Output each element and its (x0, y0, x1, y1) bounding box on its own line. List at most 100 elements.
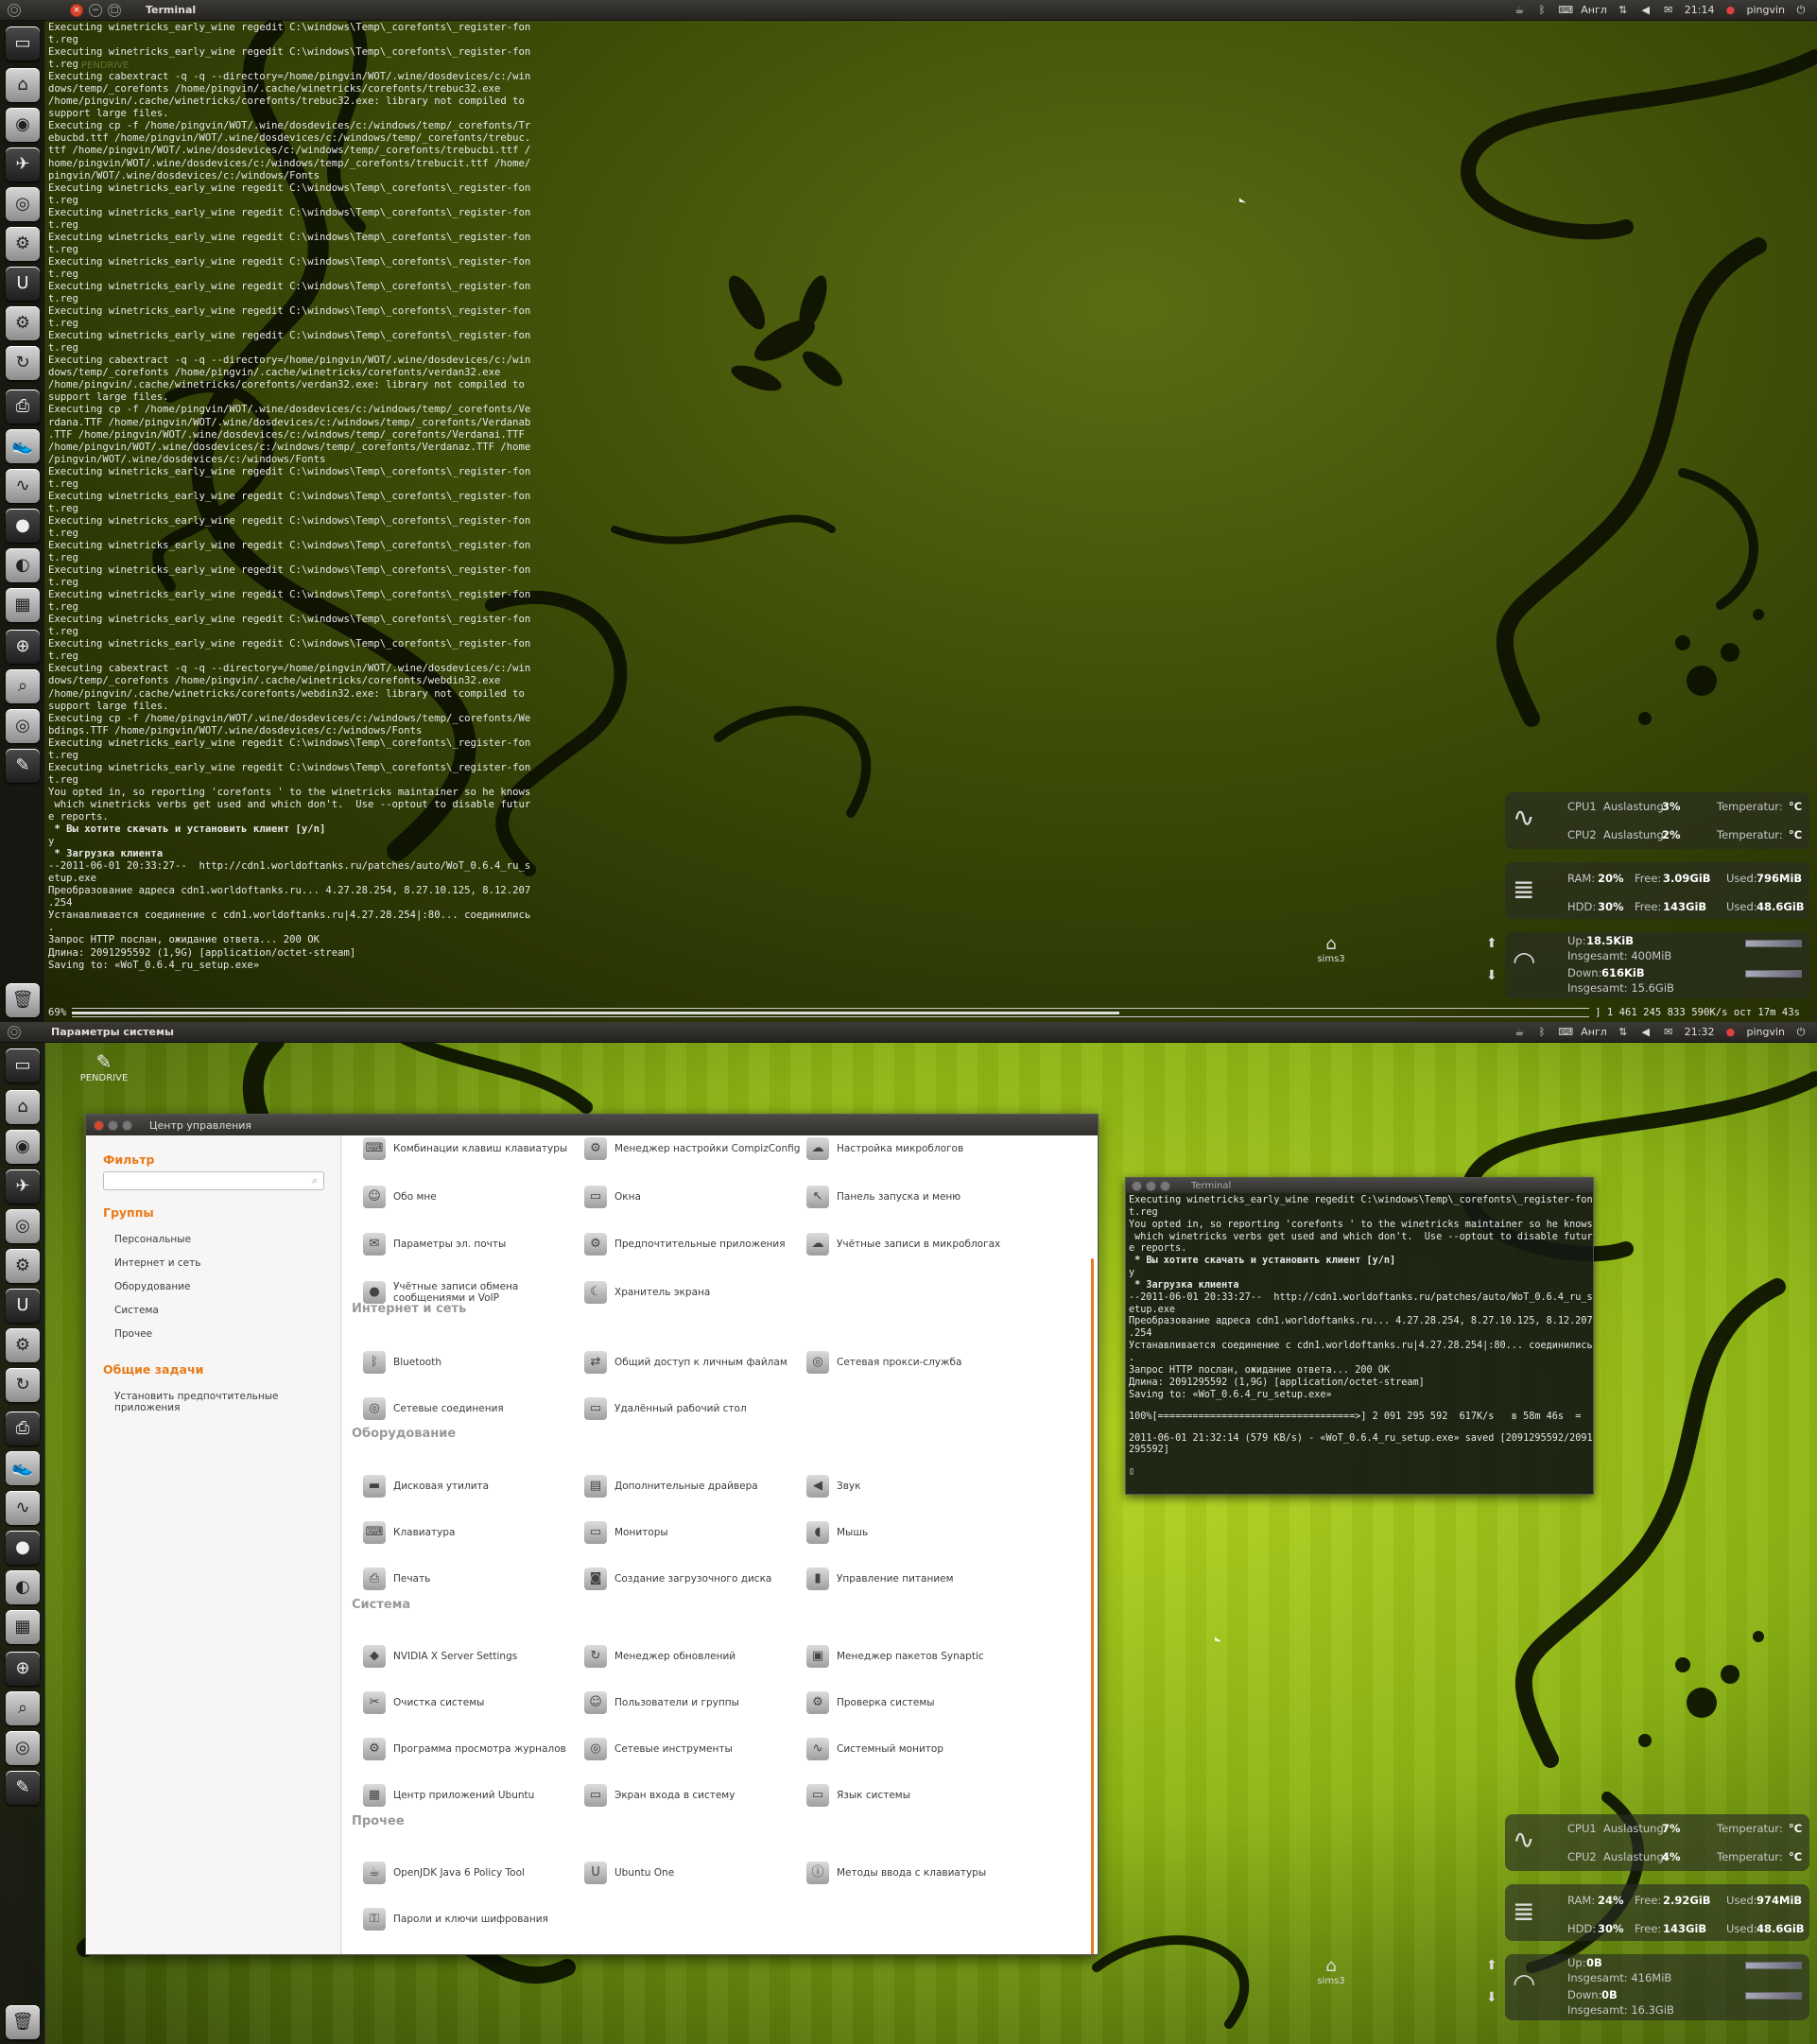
app-c8[interactable]: ▮ Управление питанием (806, 1568, 954, 1590)
app-d9[interactable]: ▦ Центр приложений Ubuntu (363, 1784, 534, 1807)
app-c2[interactable]: ◀ Звук (806, 1475, 860, 1498)
app-a3[interactable]: ☺ Обо мне (363, 1186, 437, 1208)
network-icon[interactable]: ⇅ (1617, 4, 1630, 16)
app-d10[interactable]: ▭ Экран входа в систему (584, 1784, 735, 1807)
group-internet[interactable]: Интернет и сеть (114, 1257, 200, 1269)
app-c7[interactable]: ◙ Создание загрузочного диска (584, 1568, 771, 1590)
maximize-window-button[interactable]: □ (108, 3, 121, 17)
volume-icon[interactable]: ◀ (1639, 4, 1653, 16)
app-d2[interactable]: ▣ Менеджер пакетов Synaptic (806, 1645, 984, 1668)
app-a5[interactable]: ↖ Панель запуска и меню (806, 1186, 960, 1208)
bluetooth-icon[interactable]: ᛒ (1535, 1026, 1549, 1038)
ubuntu-icon[interactable]: ◎ (6, 1209, 40, 1243)
minimize-window-button[interactable] (108, 1119, 118, 1131)
app-d1[interactable]: ↻ Менеджер обновлений (584, 1645, 735, 1668)
terminal-output[interactable]: Executing winetricks_early_wine regedit … (1126, 1193, 1593, 1479)
app-a2[interactable]: ☁ Настройка микроблогов (806, 1137, 963, 1160)
disc-icon[interactable]: ◎ (6, 1731, 40, 1765)
app-d6[interactable]: ⚙ Программа просмотра журналов (363, 1738, 566, 1760)
filter-input[interactable]: ⌕ (103, 1171, 324, 1190)
keyboard-layout[interactable]: Англ (1581, 4, 1607, 16)
eye-icon[interactable]: ◐ (6, 548, 40, 582)
app-e2[interactable]: ⓘ Методы ввода с клавиатуры (806, 1862, 986, 1884)
app-d11[interactable]: ▭ Язык системы (806, 1784, 910, 1807)
group-personal[interactable]: Персональные (114, 1234, 191, 1245)
app-c6[interactable]: ⎙ Печать (363, 1568, 430, 1590)
power-icon[interactable]: ⏻ (1794, 1026, 1808, 1038)
zoom-icon[interactable]: ⊕ (6, 1652, 40, 1686)
task-preferred-apps[interactable]: Установить предпочтительные приложения (114, 1391, 340, 1413)
terminal-icon[interactable]: ▭ (6, 26, 40, 61)
app-c4[interactable]: ▭ Мониторы (584, 1521, 668, 1544)
app-b3[interactable]: ◎ Сетевые соединения (363, 1397, 504, 1420)
keyboard-icon[interactable]: ⌨ (1558, 4, 1573, 16)
close-window-button[interactable]: × (70, 3, 83, 17)
desktop-icon-sims3[interactable]: ⌂ sims3 (1303, 1956, 1359, 1986)
settings-icon[interactable]: ⚙ (6, 227, 40, 261)
app-b0[interactable]: ᛒ Bluetooth (363, 1351, 441, 1374)
zoom-icon[interactable]: ⊕ (6, 630, 40, 664)
user-name[interactable]: pingvin (1746, 4, 1785, 16)
monitor-icon[interactable]: ∿ (6, 469, 40, 503)
app-d0[interactable]: ◆ NVIDIA X Server Settings (363, 1645, 517, 1668)
home-icon[interactable]: ⌂ (6, 1090, 40, 1124)
chrome-icon[interactable]: ◉ (6, 1130, 40, 1164)
keyboard-layout[interactable]: Англ (1581, 1026, 1607, 1038)
app-a4[interactable]: ▭ Окна (584, 1186, 641, 1208)
maximize-window-button[interactable] (1160, 1180, 1170, 1191)
close-window-button[interactable] (94, 1119, 104, 1131)
chat-icon[interactable]: ● (6, 1531, 40, 1565)
app-b4[interactable]: ▭ Удалённый рабочий стол (584, 1397, 747, 1420)
chat-icon[interactable]: ● (6, 509, 40, 543)
trash-icon[interactable]: 🗑 (6, 2005, 40, 2039)
ubuntu-one-icon[interactable]: U (6, 267, 40, 301)
user-name[interactable]: pingvin (1746, 1026, 1785, 1038)
group-system[interactable]: Система (114, 1305, 159, 1316)
app-a1[interactable]: ⚙ Менеджер настройки CompizConfig (584, 1137, 800, 1160)
home-icon[interactable]: ⌂ (6, 68, 40, 102)
app-c3[interactable]: ⌨ Клавиатура (363, 1521, 455, 1544)
app-d8[interactable]: ∿ Системный монитор (806, 1738, 943, 1760)
clock[interactable]: 21:14 (1685, 4, 1715, 16)
gear-icon[interactable]: ⚙ (6, 1328, 40, 1362)
app-a6[interactable]: ✉ Параметры эл. почты (363, 1233, 506, 1256)
maximize-window-button[interactable] (122, 1119, 132, 1131)
user-icon[interactable]: ● (1723, 1026, 1737, 1038)
coffee-icon[interactable]: ☕ (1513, 4, 1526, 16)
keyboard-icon[interactable]: ⌨ (1558, 1026, 1573, 1038)
network-icon[interactable]: ⇅ (1617, 1026, 1630, 1038)
app-a7[interactable]: ⚙ Предпочтительные приложения (584, 1233, 786, 1256)
workspace-icon[interactable]: ▦ (6, 1610, 40, 1644)
coffee-icon[interactable]: ☕ (1513, 1026, 1526, 1038)
search-icon[interactable]: ⌕ (6, 1691, 40, 1725)
group-hardware[interactable]: Оборудование (114, 1281, 191, 1292)
power-dash-icon[interactable]: ○ (8, 3, 21, 17)
app-b1[interactable]: ⇄ Общий доступ к личным файлам (584, 1351, 787, 1374)
app-c5[interactable]: ◖ Мышь (806, 1521, 868, 1544)
app-d7[interactable]: ◎ Сетевые инструменты (584, 1738, 733, 1760)
search-icon[interactable]: ⌕ (6, 669, 40, 703)
desktop-icon-pendrive[interactable]: ✎ PENDRIVE (76, 1050, 132, 1083)
mail-icon[interactable]: ✉ (1662, 1026, 1675, 1038)
printer-icon[interactable]: ⎙ (6, 390, 40, 424)
group-other[interactable]: Прочее (114, 1328, 152, 1340)
update-icon[interactable]: ↻ (6, 346, 40, 380)
app-e1[interactable]: U Ubuntu One (584, 1862, 674, 1884)
ubuntu-icon[interactable]: ◎ (6, 187, 40, 221)
desktop-icon-sims3[interactable]: ⌂ sims3 (1303, 934, 1359, 964)
settings-icon[interactable]: ⚙ (6, 1249, 40, 1283)
close-window-button[interactable] (1132, 1180, 1142, 1191)
chrome-icon[interactable]: ◉ (6, 108, 40, 142)
user-icon[interactable]: ● (1723, 4, 1737, 16)
gear-icon[interactable]: ⚙ (6, 306, 40, 340)
app-c1[interactable]: ▤ Дополнительные драйвера (584, 1475, 758, 1498)
update-icon[interactable]: ↻ (6, 1368, 40, 1402)
power-icon[interactable]: ⏻ (1794, 4, 1808, 16)
thunderbird-icon[interactable]: ✈ (6, 1169, 40, 1204)
terminal-icon[interactable]: ▭ (6, 1048, 40, 1083)
printer-icon[interactable]: ⎙ (6, 1412, 40, 1446)
shoes-icon[interactable]: 👟 (6, 1451, 40, 1485)
app-c0[interactable]: ▬ Дисковая утилита (363, 1475, 489, 1498)
app-d5[interactable]: ⚙ Проверка системы (806, 1691, 935, 1714)
app-d3[interactable]: ✂ Очистка системы (363, 1691, 484, 1714)
